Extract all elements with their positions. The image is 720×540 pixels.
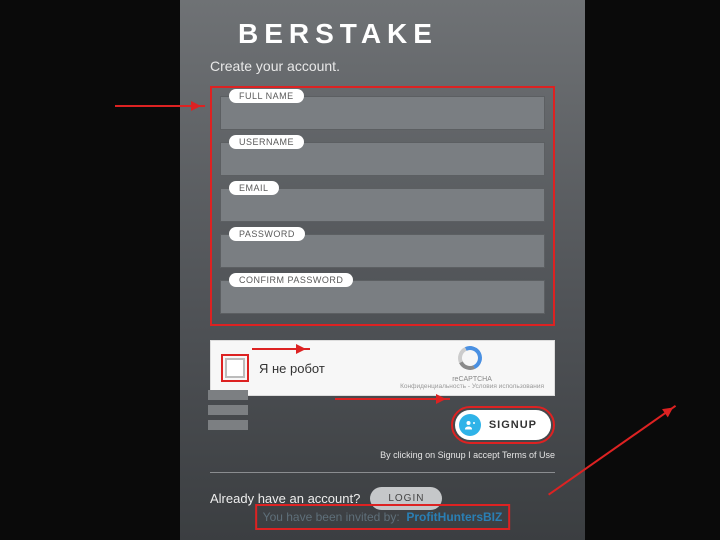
fullname-field[interactable]: FULL NAME (220, 96, 545, 130)
fields-highlight: FULL NAME USERNAME EMAIL PASSWORD CONFIR… (210, 86, 555, 326)
signup-highlight: SIGNUP (451, 406, 555, 444)
username-label: USERNAME (229, 135, 304, 149)
invited-prefix: You have been invited by: (263, 510, 400, 524)
recaptcha-icon (458, 346, 486, 374)
signup-panel: BERSTAKE Create your account. FULL NAME … (180, 0, 585, 540)
confirm-label: CONFIRM PASSWORD (229, 273, 353, 287)
divider (210, 472, 555, 473)
captcha-checkbox-highlight (221, 354, 249, 382)
password-label: PASSWORD (229, 227, 305, 241)
brand-logo: BERSTAKE (210, 18, 555, 50)
fullname-label: FULL NAME (229, 89, 304, 103)
password-field[interactable]: PASSWORD (220, 234, 545, 268)
terms-text: By clicking on Signup I accept Terms of … (210, 450, 555, 460)
annotation-arrow (252, 348, 310, 350)
page-title: Create your account. (210, 58, 555, 74)
confirm-password-field[interactable]: CONFIRM PASSWORD (220, 280, 545, 314)
annotation-arrow (335, 398, 450, 400)
invited-referrer: ProfitHuntersBIZ (406, 510, 502, 524)
signup-label: SIGNUP (489, 419, 537, 431)
captcha-brand-text: reCAPTCHA (400, 376, 544, 383)
invited-text: You have been invited by: ProfitHuntersB… (263, 510, 503, 524)
captcha-checkbox[interactable] (225, 358, 245, 378)
hamburger-icon[interactable] (208, 390, 248, 435)
email-field[interactable]: EMAIL (220, 188, 545, 222)
user-plus-icon (459, 414, 481, 436)
captcha-branding: reCAPTCHA Конфиденциальность - Условия и… (400, 346, 544, 390)
email-label: EMAIL (229, 181, 279, 195)
signup-button[interactable]: SIGNUP (455, 410, 551, 440)
captcha-privacy: Конфиденциальность - Условия использован… (400, 383, 544, 390)
invited-highlight: You have been invited by: ProfitHuntersB… (255, 504, 511, 530)
annotation-arrow (115, 105, 205, 107)
username-field[interactable]: USERNAME (220, 142, 545, 176)
captcha-label: Я не робот (259, 361, 325, 376)
